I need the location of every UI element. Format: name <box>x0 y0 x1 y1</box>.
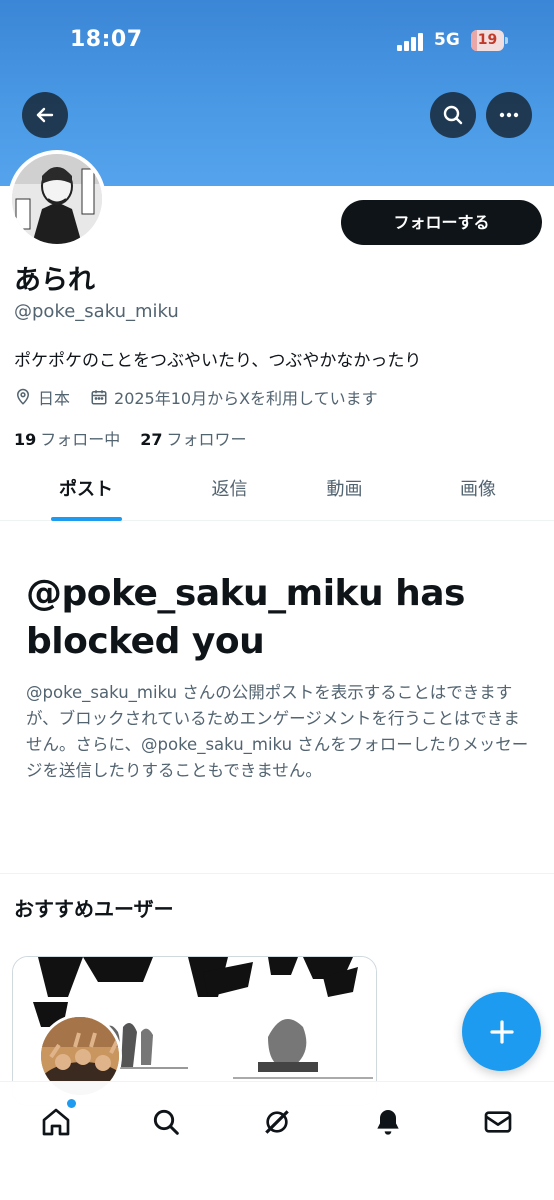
tab-posts[interactable]: ポスト <box>0 462 172 520</box>
location-text: 日本 <box>38 389 71 408</box>
plus-icon <box>489 1019 514 1044</box>
nav-search[interactable] <box>146 1102 186 1142</box>
join-date-text: 2025年10月からXを利用しています <box>114 389 378 408</box>
network-type: 5G <box>434 30 460 50</box>
location: 日本 <box>14 385 70 409</box>
bottom-navigation <box>0 1081 554 1200</box>
nav-home[interactable] <box>36 1099 76 1142</box>
search-icon <box>153 1109 179 1135</box>
join-date: 2025年10月からXを利用しています <box>90 385 378 409</box>
calendar-icon <box>91 390 107 405</box>
nav-grok[interactable] <box>257 1102 297 1142</box>
profile-avatar[interactable] <box>8 150 106 248</box>
battery-level: 19 <box>477 32 498 48</box>
search-button[interactable] <box>430 92 476 138</box>
more-button[interactable] <box>486 92 532 138</box>
recommendations-heading: おすすめユーザー <box>14 897 174 921</box>
follow-button[interactable]: フォローする <box>341 200 542 245</box>
grok-icon <box>265 1110 289 1134</box>
status-time: 18:07 <box>70 27 143 52</box>
home-notification-dot <box>67 1099 76 1108</box>
following-count: 19 <box>14 430 37 449</box>
profile-bio: ポケポケのことをつぶやいたり、つぶやかなかったり <box>14 351 422 371</box>
followers-label: フォロワー <box>166 430 247 449</box>
section-divider <box>0 873 554 874</box>
tab-videos[interactable]: 動画 <box>287 462 402 520</box>
follow-stats: 19 フォロー中 27 フォロワー <box>14 426 267 450</box>
followers-link[interactable]: 27 フォロワー <box>140 426 246 450</box>
search-icon <box>443 105 463 125</box>
messages-icon <box>484 1111 512 1133</box>
blocked-title: @poke_saku_miku has blocked you <box>26 573 466 662</box>
avatar-image <box>12 154 102 244</box>
following-label: フォロー中 <box>40 430 121 449</box>
back-button[interactable] <box>22 92 68 138</box>
nav-notifications[interactable] <box>368 1102 408 1142</box>
more-horizontal-icon <box>499 112 519 118</box>
active-tab-indicator <box>51 517 122 521</box>
display-name: あられ <box>14 265 95 296</box>
tab-replies[interactable]: 返信 <box>172 462 287 520</box>
arrow-left-icon <box>36 107 54 123</box>
battery-icon: 19 <box>471 30 504 51</box>
status-bar: 18:07 5G 19 <box>0 0 554 80</box>
compose-post-button[interactable] <box>462 992 541 1071</box>
followers-count: 27 <box>140 430 163 449</box>
following-link[interactable]: 19 フォロー中 <box>14 426 120 450</box>
home-icon <box>42 1108 70 1136</box>
battery-cap <box>505 37 508 44</box>
notifications-icon <box>377 1110 399 1135</box>
signal-icon <box>397 33 427 51</box>
blocked-description: @poke_saku_miku さんの公開ポストを表示することはできますが、ブロ… <box>26 683 529 780</box>
profile-handle: @poke_saku_miku <box>14 301 179 322</box>
profile-meta: 日本 2025年10月からXを利用しています <box>14 386 398 408</box>
tab-images[interactable]: 画像 <box>402 462 554 520</box>
nav-messages[interactable] <box>478 1102 518 1142</box>
profile-tabs: ポスト 返信 動画 画像 <box>0 462 554 521</box>
location-pin-icon <box>16 388 30 405</box>
